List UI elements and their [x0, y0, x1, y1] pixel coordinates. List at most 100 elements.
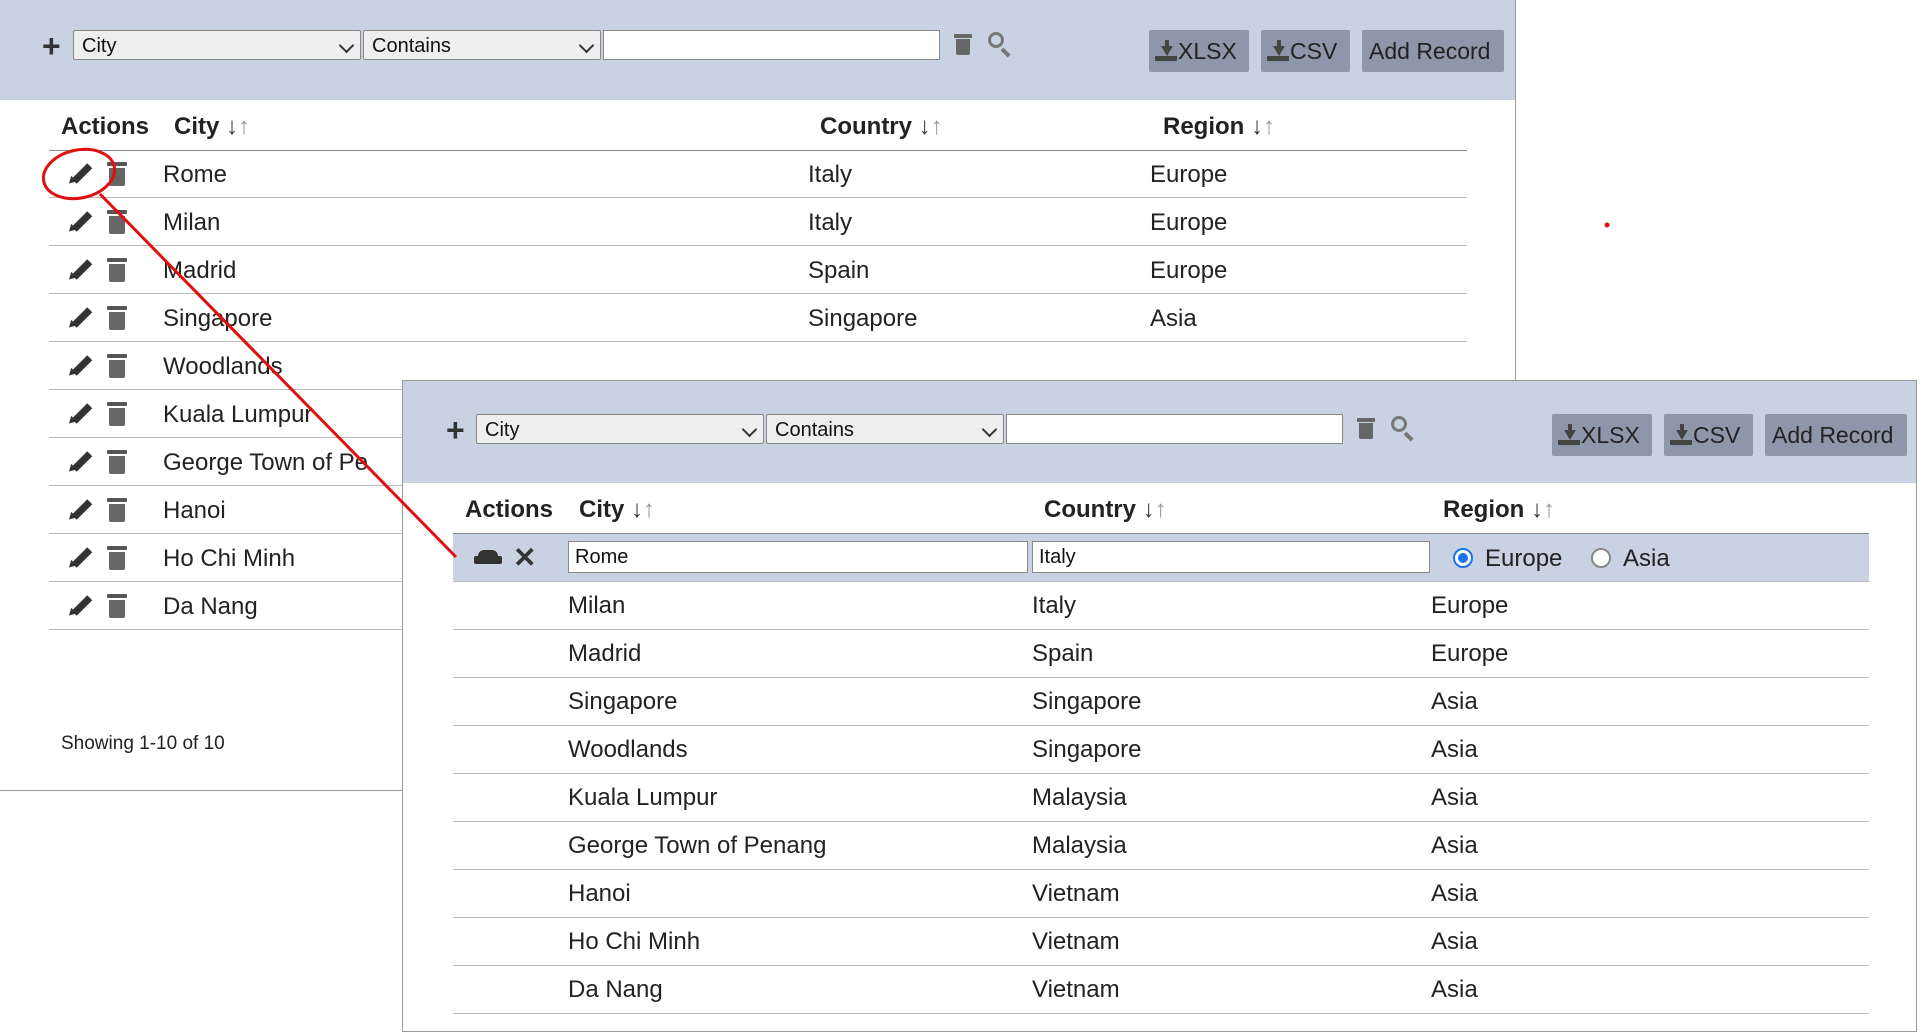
edit-row: ✕ Rome Italy Europe Asia: [453, 534, 1869, 581]
cancel-icon[interactable]: ✕: [513, 544, 536, 572]
cell-region: Europe: [1150, 257, 1228, 284]
export-csv-button[interactable]: CSV: [1261, 30, 1350, 72]
delete-trash-icon[interactable]: [107, 498, 127, 522]
col-header-actions: Actions: [61, 113, 150, 140]
delete-trash-icon[interactable]: [107, 402, 127, 426]
export-csv-label: CSV: [1693, 422, 1741, 448]
edit-pencil-icon[interactable]: [66, 352, 94, 379]
sort-icon[interactable]: ↓↑: [226, 113, 250, 140]
filter-field-select[interactable]: City: [476, 414, 764, 444]
edit-country-input[interactable]: Italy: [1032, 541, 1430, 573]
col-header-country[interactable]: Country ↓↑: [1044, 496, 1167, 524]
edit-pencil-icon[interactable]: [66, 304, 94, 331]
col-header-actions: Actions: [465, 496, 554, 523]
col-header-city[interactable]: City ↓↑: [579, 496, 655, 524]
cell-country: Malaysia: [1032, 784, 1127, 811]
col-header-city-label: City: [579, 496, 625, 523]
sort-icon[interactable]: ↓↑: [1251, 113, 1275, 140]
filter-operator-select[interactable]: Contains: [766, 414, 1004, 444]
sort-icon[interactable]: ↓↑: [1143, 496, 1167, 523]
delete-trash-icon[interactable]: [107, 594, 127, 618]
chevron-down-icon: [741, 421, 758, 438]
cell-country: Vietnam: [1032, 928, 1120, 955]
plus-icon[interactable]: +: [446, 414, 465, 446]
cell-city: Kuala Lumpur: [568, 784, 718, 811]
filter-value-input[interactable]: [1006, 414, 1343, 444]
filter-value-input[interactable]: [603, 30, 940, 60]
delete-trash-icon[interactable]: [107, 546, 127, 570]
table-row: Milan Italy Europe: [0, 198, 1515, 246]
table-row: Woodlands Singapore Asia: [403, 726, 1916, 774]
add-record-button[interactable]: Add Record: [1362, 30, 1504, 72]
sort-icon[interactable]: ↓↑: [1531, 496, 1555, 523]
cell-region: Asia: [1431, 688, 1478, 715]
filter-operator-value: Contains: [372, 35, 451, 57]
add-record-button[interactable]: Add Record: [1765, 414, 1907, 456]
delete-trash-icon[interactable]: [107, 210, 127, 234]
col-header-region-label: Region: [1443, 496, 1525, 523]
cell-city: Ho Chi Minh: [568, 928, 701, 955]
filter-field-select[interactable]: City: [73, 30, 361, 60]
export-xlsx-label: XLSX: [1581, 422, 1640, 448]
cell-region: Asia: [1150, 305, 1197, 332]
cell-city: Rome: [163, 161, 228, 188]
col-header-country-label: Country: [820, 113, 912, 140]
cell-city: George Town of Penang: [568, 832, 827, 859]
cell-city: Ho Chi Minh: [163, 545, 296, 572]
cell-city: Da Nang: [163, 593, 258, 620]
export-xlsx-button[interactable]: XLSX: [1552, 414, 1652, 456]
plus-icon[interactable]: +: [42, 30, 61, 62]
col-header-country[interactable]: Country ↓↑: [820, 113, 943, 141]
clear-filter-trash-icon[interactable]: [954, 34, 972, 55]
col-header-region-label: Region: [1163, 113, 1245, 140]
edit-pencil-icon[interactable]: [66, 448, 94, 475]
cell-country: Singapore: [1032, 688, 1142, 715]
filter-field-value: City: [82, 35, 117, 57]
edit-pencil-icon[interactable]: [66, 160, 94, 187]
filter-field-value: City: [485, 419, 520, 441]
export-xlsx-button[interactable]: XLSX: [1149, 30, 1249, 72]
filter-operator-value: Contains: [775, 419, 854, 441]
delete-trash-icon[interactable]: [107, 306, 127, 330]
delete-trash-icon[interactable]: [107, 450, 127, 474]
cell-city: Woodlands: [568, 736, 688, 763]
col-header-city[interactable]: City ↓↑: [174, 113, 250, 141]
delete-trash-icon[interactable]: [107, 162, 127, 186]
sort-icon[interactable]: ↓↑: [919, 113, 943, 140]
cell-region: Asia: [1431, 976, 1478, 1003]
download-icon: [1670, 424, 1692, 446]
edit-pencil-icon[interactable]: [66, 400, 94, 427]
chevron-down-icon: [338, 37, 355, 54]
region-radio-asia[interactable]: [1591, 548, 1611, 568]
col-header-region[interactable]: Region ↓↑: [1443, 496, 1555, 524]
edit-pencil-icon[interactable]: [66, 256, 94, 283]
region-radio-asia-label[interactable]: Asia: [1623, 545, 1670, 573]
region-radio-europe-label[interactable]: Europe: [1485, 545, 1562, 573]
cell-region: Asia: [1431, 928, 1478, 955]
edit-pencil-icon[interactable]: [66, 496, 94, 523]
download-icon: [1558, 424, 1580, 446]
annotation-dot: [1604, 222, 1610, 228]
col-header-region[interactable]: Region ↓↑: [1163, 113, 1275, 141]
search-icon[interactable]: [988, 32, 1012, 58]
sort-icon[interactable]: ↓↑: [631, 496, 655, 523]
cell-country: Vietnam: [1032, 976, 1120, 1003]
delete-trash-icon[interactable]: [107, 258, 127, 282]
region-radio-europe[interactable]: [1453, 548, 1473, 568]
col-header-country-label: Country: [1044, 496, 1136, 523]
cell-region: Asia: [1431, 736, 1478, 763]
download-icon: [1267, 40, 1289, 62]
filter-operator-select[interactable]: Contains: [363, 30, 601, 60]
cell-region: Europe: [1150, 209, 1228, 236]
cell-region: Asia: [1431, 784, 1478, 811]
edit-city-input[interactable]: Rome: [568, 541, 1028, 573]
clear-filter-trash-icon[interactable]: [1357, 418, 1375, 439]
delete-trash-icon[interactable]: [107, 354, 127, 378]
edit-pencil-icon[interactable]: [66, 592, 94, 619]
export-csv-button[interactable]: CSV: [1664, 414, 1753, 456]
search-icon[interactable]: [1391, 416, 1415, 442]
save-icon[interactable]: [474, 550, 502, 564]
edit-pencil-icon[interactable]: [66, 544, 94, 571]
cell-city: Madrid: [163, 257, 237, 284]
edit-pencil-icon[interactable]: [66, 208, 94, 235]
